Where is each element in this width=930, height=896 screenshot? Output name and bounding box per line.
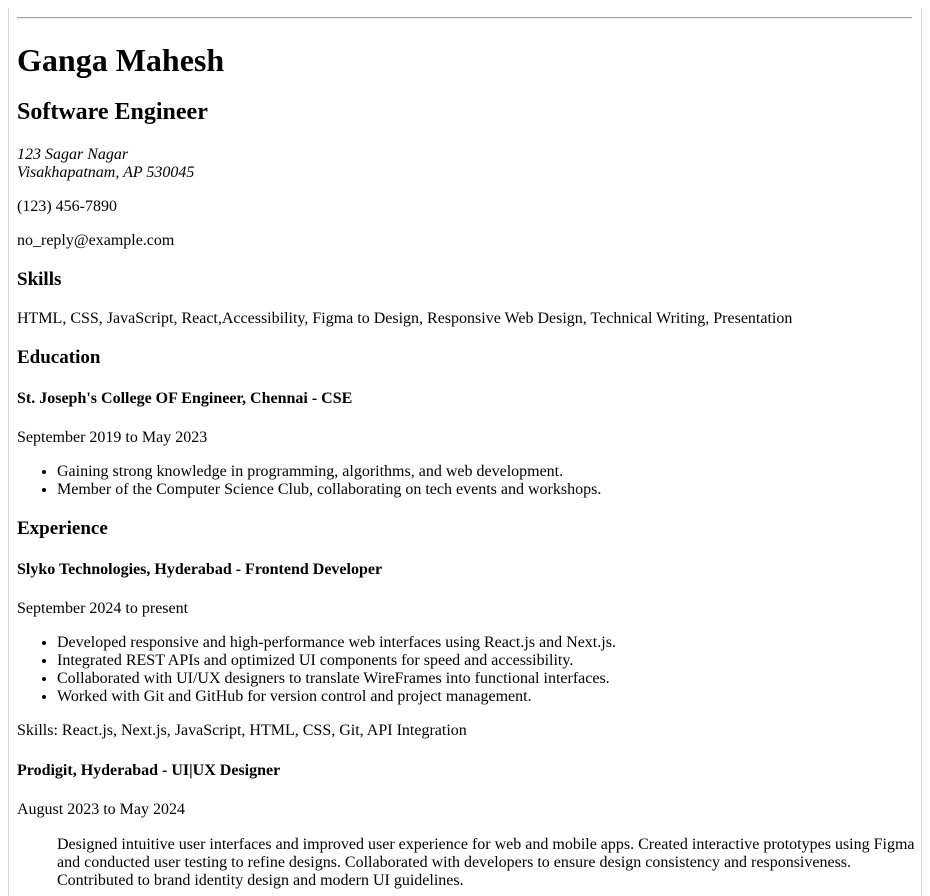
list-item: Collaborated with UI/UX designers to tra… — [57, 670, 616, 688]
job-1-dates: September 2024 to present — [17, 600, 189, 617]
skills-text: HTML, CSS, JavaScript, React,Accessibili… — [17, 310, 793, 327]
experience-heading: Experience — [17, 518, 108, 539]
address-line-1: 123 Sagar Nagar — [17, 146, 129, 163]
list-item: Gaining strong knowledge in programming,… — [57, 463, 601, 481]
education-heading: Education — [17, 347, 101, 368]
email-address: no_reply@example.com — [17, 232, 175, 249]
list-item: Integrated REST APIs and optimized UI co… — [57, 652, 616, 670]
job-title: Software Engineer — [17, 99, 208, 125]
address-line-2: Visakhapatnam, AP 530045 — [17, 164, 195, 181]
skills-heading: Skills — [17, 269, 62, 290]
person-name: Ganga Mahesh — [17, 42, 225, 78]
address: 123 Sagar Nagar Visakhapatnam, AP 530045 — [17, 146, 194, 182]
job-2-description: Designed intuitive user interfaces and i… — [57, 836, 915, 889]
list-item: Member of the Computer Science Club, col… — [57, 481, 601, 499]
horizontal-rule — [17, 17, 912, 19]
job-1-bullets: Developed responsive and high-performanc… — [17, 634, 616, 706]
school-name: St. Joseph's College OF Engineer, Chenna… — [17, 390, 353, 407]
list-item: Developed responsive and high-performanc… — [57, 634, 616, 652]
education-bullets: Gaining strong knowledge in programming,… — [17, 463, 601, 499]
job-1-skills: Skills: React.js, Next.js, JavaScript, H… — [17, 722, 467, 739]
list-item: Worked with Git and GitHub for version c… — [57, 688, 616, 706]
job-1-title: Slyko Technologies, Hyderabad - Frontend… — [17, 561, 383, 578]
education-dates: September 2019 to May 2023 — [17, 429, 208, 446]
phone-number: (123) 456-7890 — [17, 198, 117, 215]
job-2-dates: August 2023 to May 2024 — [17, 801, 185, 818]
job-2-title: Prodigit, Hyderabad - UI|UX Designer — [17, 762, 281, 779]
